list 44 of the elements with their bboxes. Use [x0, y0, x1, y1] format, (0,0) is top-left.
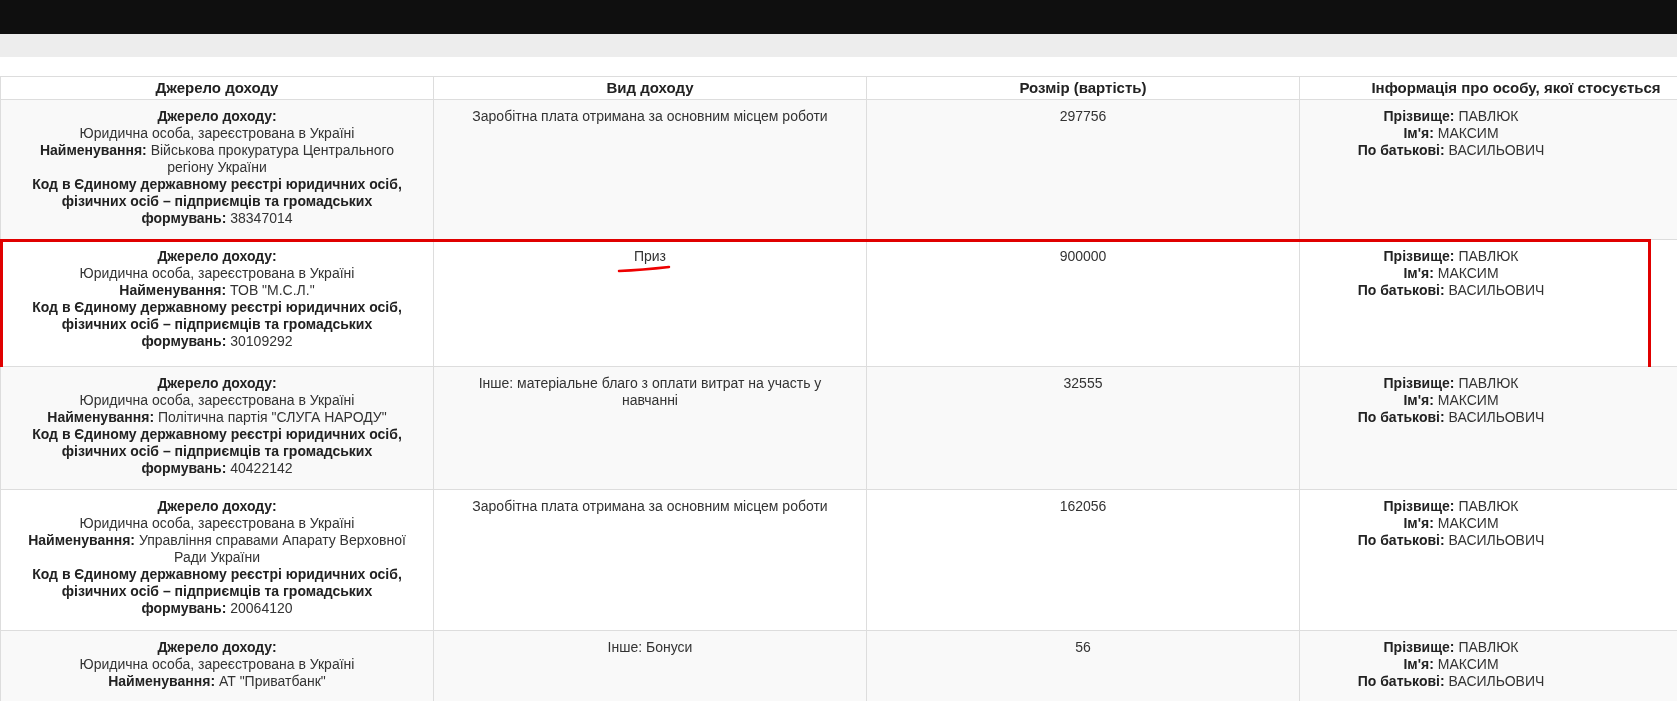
- field-text: Найменування: АТ "Приватбанк": [107, 673, 327, 690]
- field-label: Джерело доходу:: [156, 108, 278, 125]
- person-field: По батькові: ВАСИЛЬОВИЧ: [1300, 282, 1602, 299]
- field-label: Джерело доходу:: [156, 639, 278, 656]
- field-text: Код в Єдиному державному реєстрі юридичних осіб, фізичних осіб – підприємців та громадських формувань: 38347014: [31, 176, 403, 227]
- amount: 297756: [1059, 108, 1107, 124]
- income-type: Інше: матеріальне благо з оплати витрат на участь у навчанні: [477, 375, 823, 409]
- field-label: Джерело доходу:: [156, 375, 278, 392]
- field-value: Юридична особа, зареєстрована в Україні: [78, 392, 356, 409]
- income-type: Приз: [633, 248, 667, 265]
- field-text: Найменування: Політична партія "СЛУГА НАРОДУ": [46, 409, 388, 426]
- field-label: Джерело доходу:: [156, 248, 278, 265]
- amount: 56: [1075, 639, 1091, 655]
- person-field: По батькові: ВАСИЛЬОВИЧ: [1300, 142, 1602, 159]
- amount: 32555: [1063, 375, 1103, 391]
- amount: 162056: [1059, 498, 1107, 514]
- field-text: Код в Єдиному державному реєстрі юридичних осіб, фізичних осіб – підприємців та громадських формувань: 20064120: [31, 566, 403, 617]
- person-field: Прізвище: ПАВЛЮК: [1300, 108, 1602, 125]
- income-type: Інше: Бонуси: [607, 639, 693, 656]
- field-text: Код в Єдиному державному реєстрі юридичних осіб, фізичних осіб – підприємців та громадських формувань: 30109292: [31, 299, 403, 350]
- field-value: Юридична особа, зареєстрована в Україні: [78, 515, 356, 532]
- income-type: Заробітна плата отримана за основним місцем роботи: [472, 498, 828, 515]
- person-field: Прізвище: ПАВЛЮК: [1300, 375, 1602, 392]
- field-value: Юридична особа, зареєстрована в Україні: [78, 125, 356, 142]
- income-type: Заробітна плата отримана за основним місцем роботи: [472, 108, 828, 125]
- field-label: Джерело доходу:: [156, 498, 278, 515]
- person-field: По батькові: ВАСИЛЬОВИЧ: [1300, 673, 1602, 690]
- amount: 900000: [1059, 248, 1107, 264]
- field-text: Код в Єдиному державному реєстрі юридичних осіб, фізичних осіб – підприємців та громадських формувань: 40422142: [31, 426, 403, 477]
- field-text: Найменування: Військова прокуратура Центрального регіону України: [38, 142, 396, 176]
- person-field: По батькові: ВАСИЛЬОВИЧ: [1300, 532, 1602, 549]
- person-field: Ім'я: МАКСИМ: [1300, 265, 1602, 282]
- person-field: Ім'я: МАКСИМ: [1300, 656, 1602, 673]
- field-text: Найменування: ТОВ "М.С.Л.": [118, 282, 316, 299]
- field-text: Найменування: Управління справами Апарату Верховної Ради України: [27, 532, 407, 566]
- person-field: По батькові: ВАСИЛЬОВИЧ: [1300, 409, 1602, 426]
- field-value: Юридична особа, зареєстрована в Україні: [78, 265, 356, 282]
- person-field: Ім'я: МАКСИМ: [1300, 515, 1602, 532]
- person-field: Ім'я: МАКСИМ: [1300, 392, 1602, 409]
- person-field: Ім'я: МАКСИМ: [1300, 125, 1602, 142]
- person-field: Прізвище: ПАВЛЮК: [1300, 498, 1602, 515]
- field-value: Юридична особа, зареєстрована в Україні: [78, 656, 356, 673]
- person-field: Прізвище: ПАВЛЮК: [1300, 248, 1602, 265]
- person-field: Прізвище: ПАВЛЮК: [1300, 639, 1602, 656]
